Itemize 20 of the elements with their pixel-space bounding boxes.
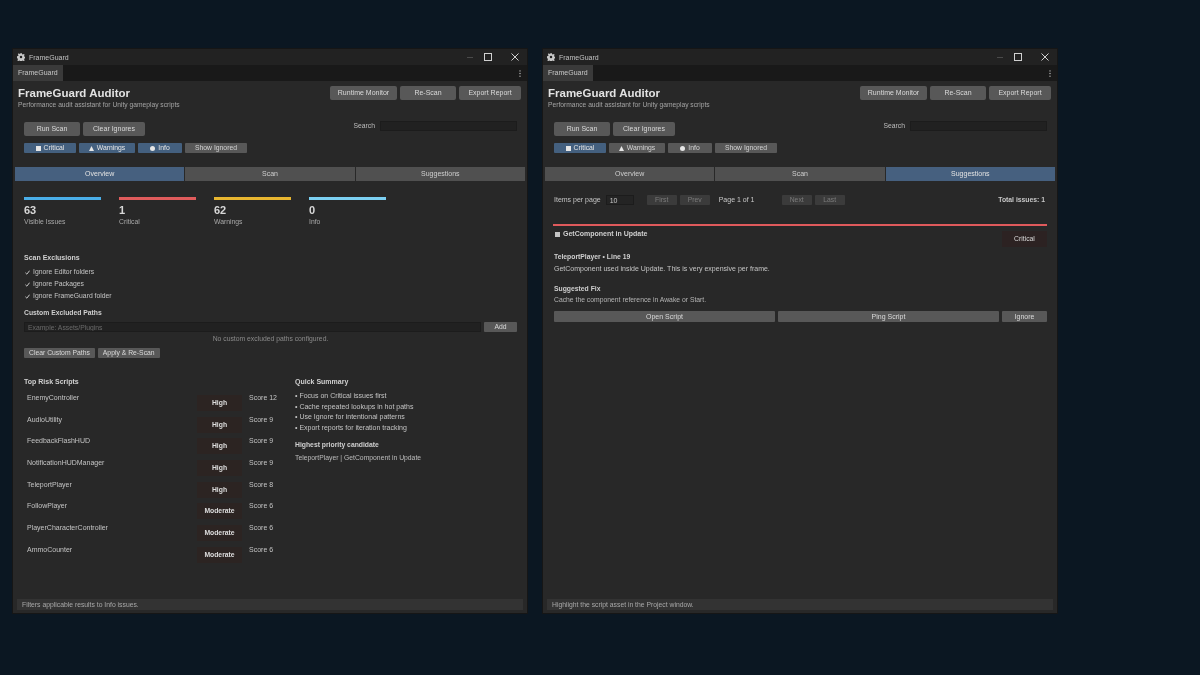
triangle-icon [88, 145, 94, 151]
app-title: FrameGuard Auditor [18, 86, 132, 100]
maximize-icon[interactable] [1014, 53, 1022, 61]
checkbox[interactable] [555, 231, 560, 237]
circle-icon [680, 145, 686, 151]
stat-value: 1 [119, 204, 127, 217]
stat-value: 0 [309, 204, 317, 217]
checkbox[interactable] [25, 269, 30, 275]
stat-value: 63 [24, 204, 38, 217]
gear-icon [17, 53, 25, 61]
checkbox[interactable] [25, 281, 30, 287]
close-icon[interactable] [511, 53, 519, 61]
gear-icon [547, 53, 555, 61]
app-title: FrameGuard Auditor [548, 86, 662, 100]
triangle-icon [618, 145, 624, 151]
checkbox[interactable] [25, 293, 30, 299]
maximize-icon[interactable] [484, 53, 492, 61]
stat-value: 62 [214, 204, 228, 217]
close-icon[interactable] [1041, 53, 1049, 61]
circle-icon [150, 145, 156, 151]
